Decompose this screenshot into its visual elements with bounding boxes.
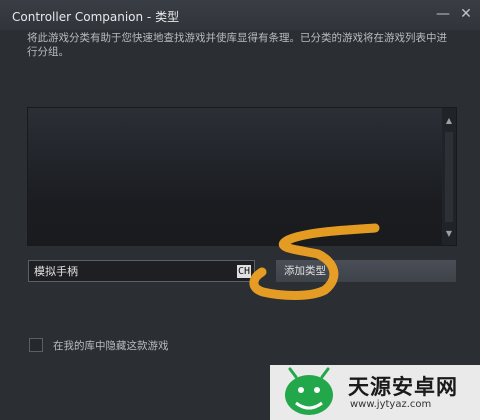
watermark: 天源安卓网 www.jytyaz.com xyxy=(270,365,480,420)
annotation-scribble xyxy=(249,223,380,300)
watermark-text: 天源安卓网 xyxy=(348,375,458,399)
android-logo-icon xyxy=(285,367,333,415)
watermark-url: www.jytyaz.com xyxy=(350,399,432,410)
